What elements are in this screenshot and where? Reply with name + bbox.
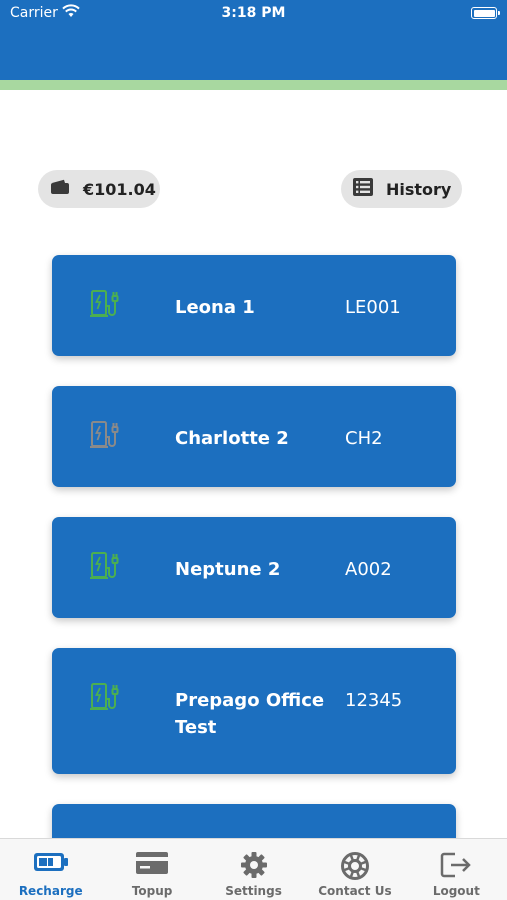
ev-charger-icon — [88, 419, 120, 451]
charger-card-2[interactable]: Neptune 2 A002 — [52, 517, 456, 618]
ev-charger-icon — [88, 288, 120, 320]
tab-label: Recharge — [18, 884, 83, 898]
tab-recharge[interactable]: Recharge — [0, 839, 101, 900]
tab-label: Settings — [225, 884, 282, 898]
charger-name: Prepago Office Test — [175, 690, 325, 738]
tab-topup[interactable]: Topup — [101, 839, 202, 900]
charger-name: Charlotte 2 — [175, 428, 289, 449]
ev-charger-icon — [88, 550, 120, 582]
balance-pill[interactable]: €101.04 — [38, 170, 160, 208]
history-label: History — [386, 179, 452, 199]
bottom-tab-bar: Recharge Topup Settings Contact Us Logou… — [0, 838, 507, 900]
tab-label: Contact Us — [318, 884, 392, 898]
charger-name: Leona 1 — [175, 297, 255, 318]
ev-charger-icon — [88, 681, 120, 713]
charger-card-1[interactable]: Charlotte 2 CH2 — [52, 386, 456, 487]
history-button[interactable]: History — [341, 170, 462, 208]
balance-amount: €101.04 — [83, 179, 156, 199]
list-icon — [353, 178, 373, 200]
charger-code: CH2 — [345, 428, 383, 449]
charger-code: A002 — [345, 559, 392, 580]
battery-status-icon — [471, 7, 500, 19]
clock: 3:18 PM — [221, 5, 286, 21]
tab-contact-us[interactable]: Contact Us — [304, 839, 405, 900]
wallet-icon — [50, 179, 70, 199]
tab-label: Topup — [131, 884, 173, 898]
charger-card-0[interactable]: Leona 1 LE001 — [52, 255, 456, 356]
tab-settings[interactable]: Settings — [203, 839, 304, 900]
charger-name: Neptune 2 — [175, 559, 281, 580]
tab-label: Logout — [432, 884, 480, 898]
status-bar: Carrier 3:18 PM — [0, 0, 507, 28]
header-accent-strip — [0, 80, 507, 90]
charger-code: 12345 — [345, 690, 403, 711]
charger-code: LE001 — [345, 297, 401, 318]
tab-logout[interactable]: Logout — [406, 839, 507, 900]
charger-card-3[interactable]: Prepago Office Test 12345 — [52, 648, 456, 774]
